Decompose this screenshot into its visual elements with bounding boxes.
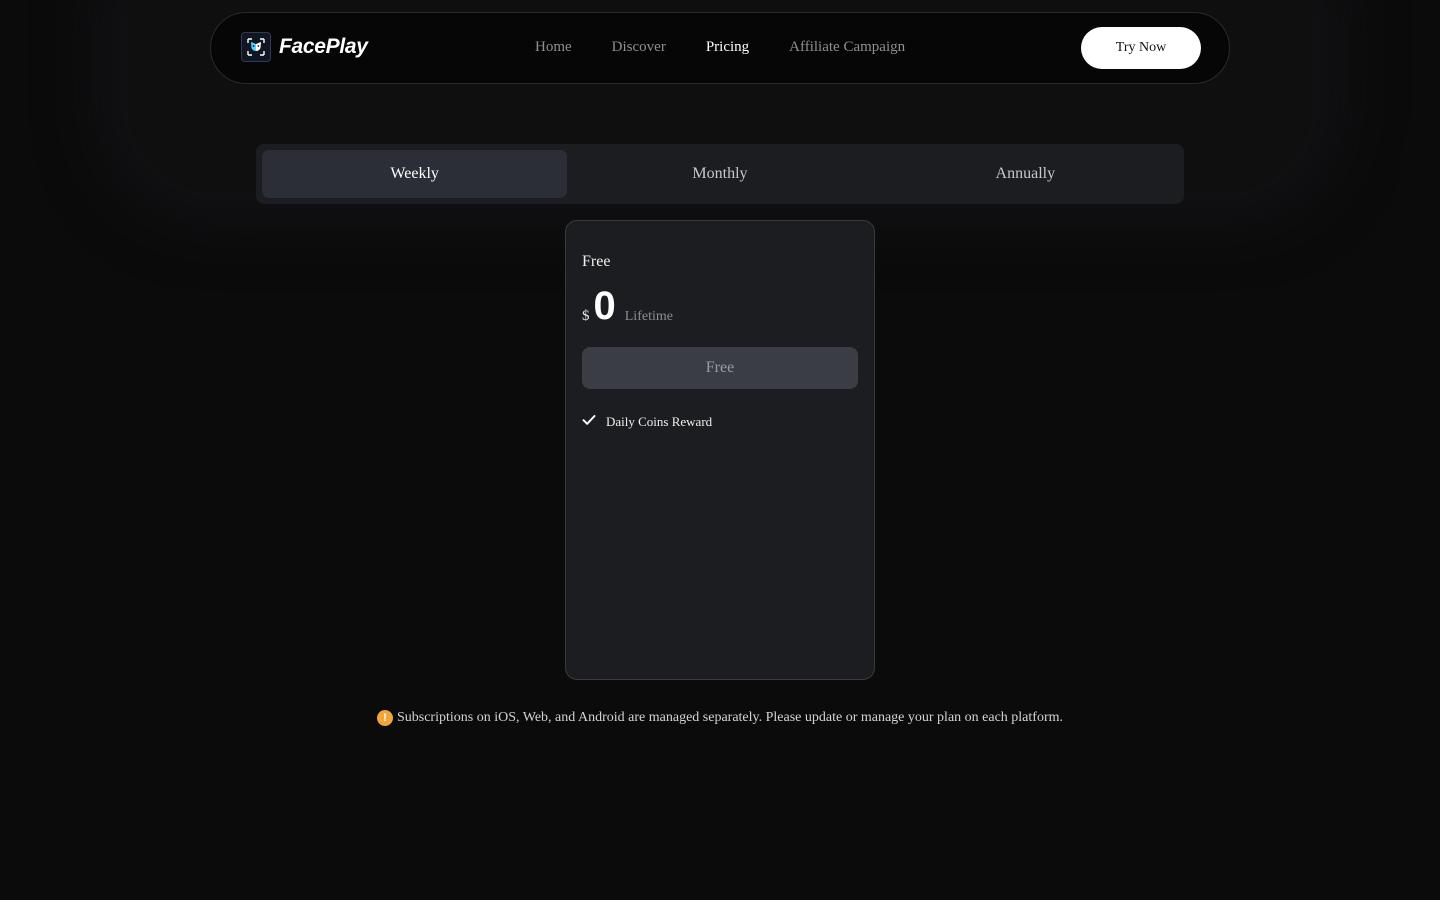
- nav-links: Home Discover Pricing Affiliate Campaign: [535, 39, 905, 56]
- try-now-button[interactable]: Try Now: [1081, 27, 1201, 69]
- price-amount: 0: [593, 284, 616, 328]
- faceplay-logo-icon: [241, 32, 271, 62]
- nav-link-pricing[interactable]: Pricing: [706, 39, 749, 56]
- check-icon: [582, 413, 596, 431]
- brand-name: FacePlay: [279, 35, 368, 58]
- nav-link-home[interactable]: Home: [535, 39, 572, 56]
- feature-label: Daily Coins Reward: [606, 414, 713, 429]
- plan-select-button[interactable]: Free: [582, 347, 858, 389]
- platform-notice: ! Subscriptions on iOS, Web, and Android…: [0, 710, 1440, 726]
- nav-link-affiliate-campaign[interactable]: Affiliate Campaign: [789, 39, 905, 56]
- plan-name: Free: [582, 253, 611, 270]
- tab-weekly[interactable]: Weekly: [262, 150, 568, 198]
- price-currency: $: [582, 308, 590, 324]
- top-navbar: FacePlay Home Discover Pricing Affiliate…: [210, 12, 1230, 84]
- nav-link-discover[interactable]: Discover: [612, 39, 666, 56]
- tab-annually[interactable]: Annually: [873, 150, 1178, 198]
- notice-text: Subscriptions on iOS, Web, and Android a…: [396, 710, 1064, 725]
- plan-price: $ 0 Lifetime: [582, 283, 673, 329]
- tab-monthly[interactable]: Monthly: [567, 150, 872, 198]
- price-period: Lifetime: [624, 309, 673, 324]
- warning-icon: !: [376, 710, 393, 726]
- plan-card-free: Free $ 0 Lifetime Free Daily Coins Rewar…: [565, 220, 875, 680]
- plan-feature-item: Daily Coins Reward: [582, 413, 712, 431]
- billing-period-tabs: Weekly Monthly Annually: [256, 144, 1184, 204]
- brand-logo[interactable]: FacePlay: [241, 32, 368, 62]
